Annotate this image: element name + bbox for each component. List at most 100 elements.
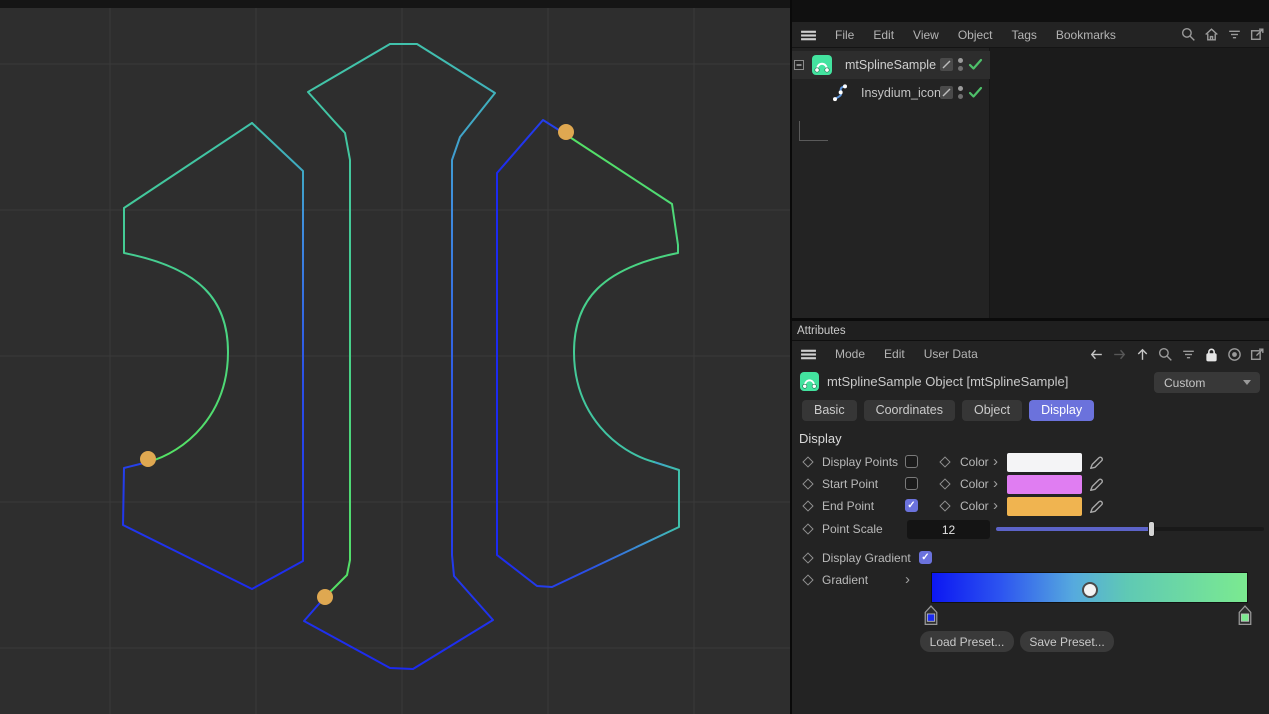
save-preset-button[interactable]: Save Preset... — [1020, 631, 1114, 652]
search-icon[interactable] — [1180, 26, 1197, 43]
right-panel: File Edit View Object Tags Bookmarks mtSpline… — [790, 0, 1269, 714]
panel-top-strip — [792, 0, 1269, 22]
display-points-color-swatch[interactable] — [1007, 453, 1082, 472]
menu-mode[interactable]: Mode — [835, 347, 865, 361]
enabled-check-icon[interactable] — [968, 58, 983, 71]
menu-user-data[interactable]: User Data — [924, 347, 978, 361]
menu-edit[interactable]: Edit — [884, 347, 905, 361]
tab-basic[interactable]: Basic — [802, 400, 857, 421]
gradient-mid-knot[interactable] — [1082, 582, 1098, 598]
tree-collapse-icon[interactable] — [794, 60, 804, 70]
keyframe-diamond-icon[interactable] — [802, 552, 813, 563]
visibility-dots-icon[interactable] — [958, 86, 963, 99]
tab-object[interactable]: Object — [962, 400, 1022, 421]
menu-edit[interactable]: Edit — [873, 28, 894, 42]
enabled-check-icon[interactable] — [968, 86, 983, 99]
chevron-right-icon[interactable]: › — [993, 453, 998, 470]
object-label[interactable]: Insydium_icon — [861, 86, 941, 100]
menu-hamburger-icon[interactable] — [800, 27, 816, 43]
preset-dropdown[interactable]: Custom — [1154, 372, 1260, 393]
keyframe-diamond-icon[interactable] — [802, 456, 813, 467]
viewport[interactable] — [0, 0, 790, 714]
home-icon[interactable] — [1203, 26, 1220, 43]
gradient-bar[interactable] — [931, 572, 1248, 603]
tab-display[interactable]: Display — [1029, 400, 1094, 421]
visibility-dots-icon[interactable] — [958, 58, 963, 71]
menu-hamburger-icon[interactable] — [800, 346, 816, 362]
keyframe-diamond-icon[interactable] — [802, 523, 813, 534]
menu-view[interactable]: View — [913, 28, 939, 42]
eyedropper-icon[interactable] — [1088, 498, 1105, 515]
display-section-title: Display — [799, 431, 842, 446]
end-point-label: End Point — [822, 499, 874, 513]
edit-toggle-icon[interactable] — [940, 58, 953, 71]
attributes-object-row: mtSplineSample Object [mtSplineSample] C… — [792, 367, 1269, 397]
point-scale-row: Point Scale 12 — [792, 518, 1269, 540]
eyedropper-icon[interactable] — [1088, 476, 1105, 493]
end-point-color-swatch[interactable] — [1007, 497, 1082, 516]
attributes-titlebar: Attributes — [792, 321, 1269, 341]
filter-icon[interactable] — [1180, 346, 1197, 363]
start-point-checkbox[interactable] — [905, 477, 918, 490]
spline-segment-right-shape-end-half — [562, 132, 678, 462]
popout-icon[interactable] — [1249, 26, 1266, 43]
edit-toggle-icon[interactable] — [940, 86, 953, 99]
target-icon[interactable] — [1226, 346, 1243, 363]
point-scale-input[interactable]: 12 — [907, 520, 990, 539]
lock-icon[interactable] — [1203, 346, 1220, 363]
eyedropper-icon[interactable] — [1088, 454, 1105, 471]
keyframe-diamond-icon[interactable] — [939, 478, 950, 489]
menu-bookmarks[interactable]: Bookmarks — [1056, 28, 1116, 42]
spline-end-point[interactable] — [317, 589, 333, 605]
load-preset-button[interactable]: Load Preset... — [920, 631, 1014, 652]
display-gradient-row: Display Gradient — [792, 547, 1269, 569]
end-point-checkbox[interactable] — [905, 499, 918, 512]
display-gradient-checkbox[interactable] — [919, 551, 932, 564]
chevron-right-icon[interactable]: › — [993, 475, 998, 492]
menu-tags[interactable]: Tags — [1012, 28, 1037, 42]
preset-dropdown-value: Custom — [1164, 376, 1205, 390]
end-point-row: End Point Color › — [792, 495, 1269, 517]
chevron-right-icon[interactable]: › — [993, 497, 998, 514]
tab-coordinates[interactable]: Coordinates — [864, 400, 955, 421]
keyframe-diamond-icon[interactable] — [802, 478, 813, 489]
color-label: Color — [960, 477, 989, 491]
back-icon[interactable] — [1088, 346, 1105, 363]
attributes-toolbar — [1088, 346, 1266, 363]
app-window: File Edit View Object Tags Bookmarks mtSpline… — [0, 0, 1269, 714]
forward-icon[interactable] — [1111, 346, 1128, 363]
color-label: Color — [960, 455, 989, 469]
gradient-knot-right[interactable] — [1237, 604, 1253, 626]
menu-object[interactable]: Object — [958, 28, 993, 42]
object-row-insydium-icon[interactable]: Insydium_icon — [792, 79, 990, 107]
object-manager[interactable]: mtSplineSample Ins — [792, 48, 1269, 318]
keyframe-diamond-icon[interactable] — [802, 500, 813, 511]
object-label[interactable]: mtSplineSample — [845, 58, 936, 72]
keyframe-diamond-icon[interactable] — [939, 500, 950, 511]
spline-primitive-icon — [812, 55, 832, 75]
start-point-label: Start Point — [822, 477, 878, 491]
object-toggles — [940, 58, 983, 71]
keyframe-diamond-icon[interactable] — [802, 574, 813, 585]
object-toggles — [940, 86, 983, 99]
viewport-canvas[interactable] — [0, 0, 790, 714]
spline-end-point[interactable] — [140, 451, 156, 467]
popout-icon[interactable] — [1249, 346, 1266, 363]
chevron-right-icon[interactable]: › — [905, 571, 910, 588]
start-point-row: Start Point Color › — [792, 473, 1269, 495]
display-points-checkbox[interactable] — [905, 455, 918, 468]
point-scale-slider[interactable] — [996, 527, 1264, 531]
filter-icon[interactable] — [1226, 26, 1243, 43]
start-point-color-swatch[interactable] — [1007, 475, 1082, 494]
up-icon[interactable] — [1134, 346, 1151, 363]
search-icon[interactable] — [1157, 346, 1174, 363]
object-row-mtsplinesample[interactable]: mtSplineSample — [792, 51, 990, 79]
display-points-label: Display Points — [822, 455, 898, 469]
spline-end-point[interactable] — [558, 124, 574, 140]
spline-segment-middle-shape-end-half — [308, 44, 390, 597]
slider-handle[interactable] — [1148, 521, 1155, 537]
menu-file[interactable]: File — [835, 28, 854, 42]
chevron-down-icon — [1243, 380, 1251, 385]
gradient-knot-left[interactable] — [923, 604, 939, 626]
keyframe-diamond-icon[interactable] — [939, 456, 950, 467]
